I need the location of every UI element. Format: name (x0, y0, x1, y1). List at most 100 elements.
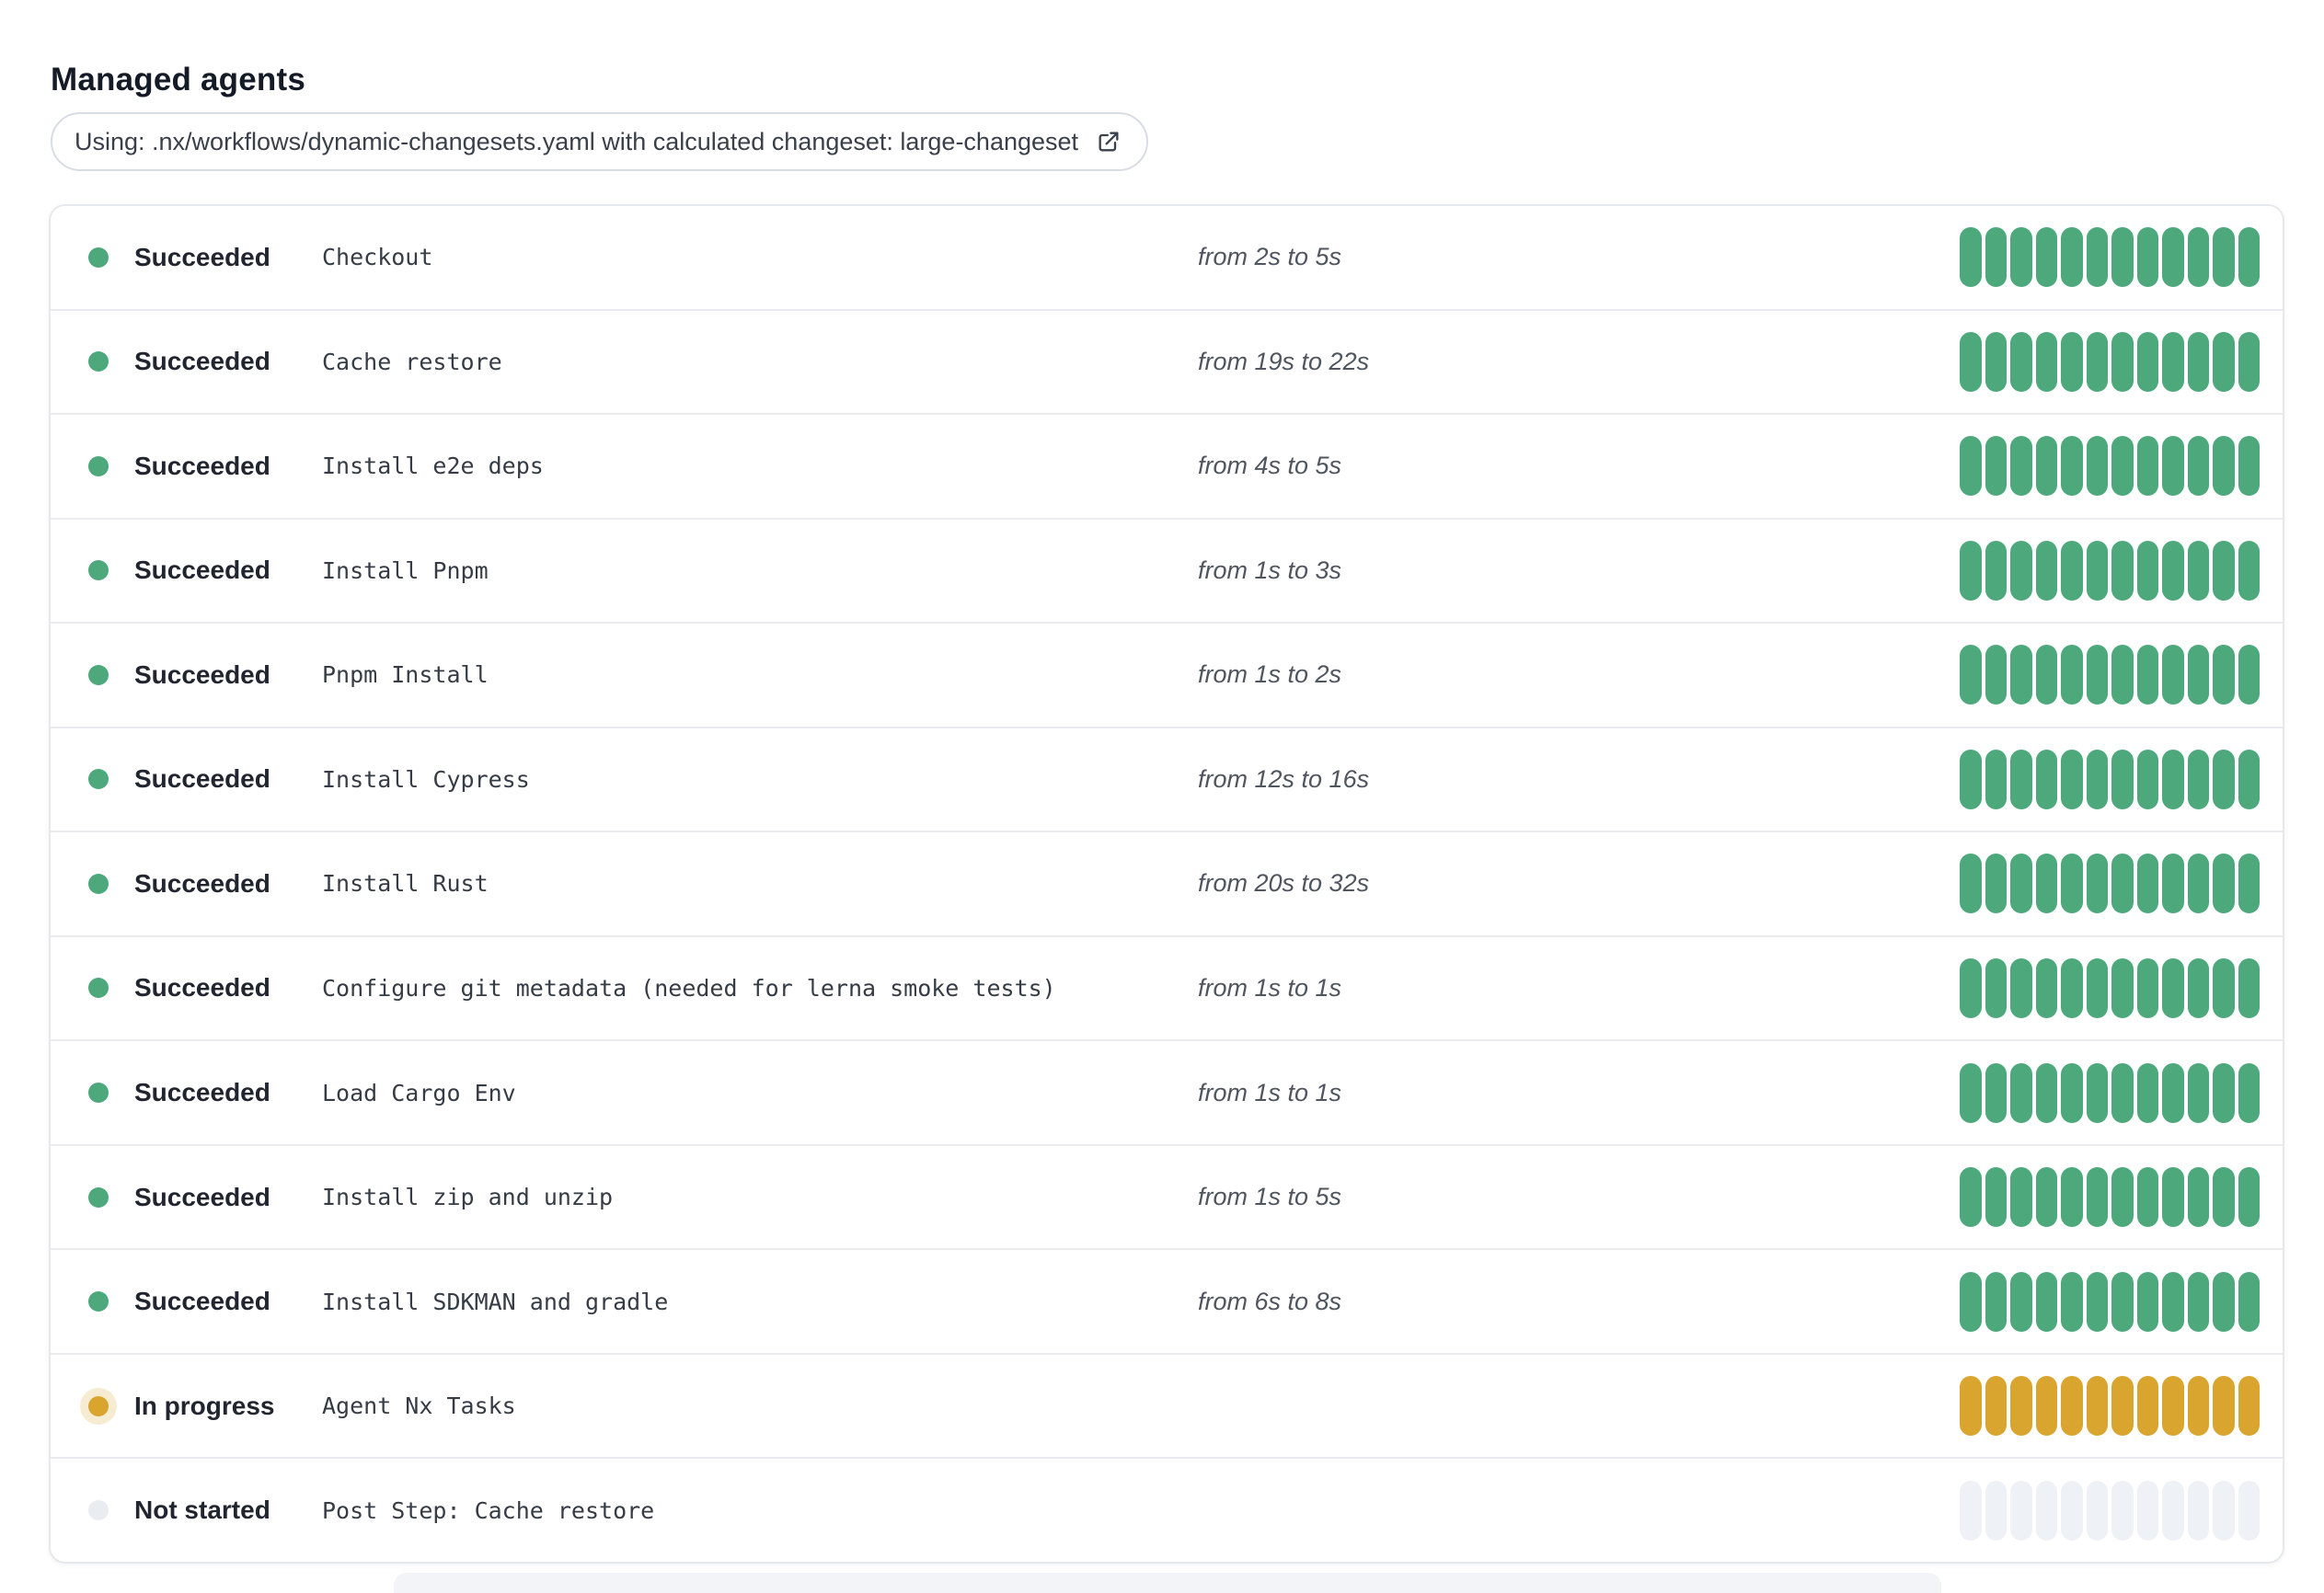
agent-bars (1960, 749, 2260, 809)
agent-bar-segment (2035, 645, 2057, 705)
agent-bar-segment (2010, 1271, 2032, 1332)
agent-bar-segment (1960, 227, 1982, 288)
agent-step-row[interactable]: Succeeded Install Rust from 20s to 32s (51, 832, 2283, 937)
status-dot (88, 769, 109, 790)
status-dot (88, 1291, 109, 1312)
agent-bar-segment (2187, 540, 2209, 601)
agent-bar-segment (2187, 645, 2209, 705)
status-dot (88, 1500, 109, 1521)
agent-step-row[interactable]: Succeeded Pnpm Install from 1s to 2s (51, 624, 2283, 728)
agent-bar-segment (2061, 1480, 2083, 1541)
agent-bar-segment (2111, 540, 2134, 601)
step-duration: from 1s to 2s (1198, 660, 1342, 689)
agent-bar-segment (2010, 1480, 2032, 1541)
agent-bars (1960, 227, 2260, 288)
agent-bar-segment (2086, 1376, 2108, 1437)
agent-bar-segment (2213, 1271, 2235, 1332)
agent-bar-segment (2162, 1376, 2184, 1437)
agent-bar-segment (2061, 227, 2083, 288)
agent-bar-segment (2162, 227, 2184, 288)
agent-bar-segment (2111, 1167, 2134, 1228)
status-label: Succeeded (134, 347, 270, 376)
step-name: Pnpm Install (322, 661, 489, 689)
agent-bar-segment (2162, 1167, 2184, 1228)
agent-step-row[interactable]: In progress Agent Nx Tasks (51, 1354, 2283, 1460)
agent-bar-segment (2136, 436, 2158, 497)
agent-bar-segment (1960, 854, 1982, 914)
agent-step-row[interactable]: Not started Post Step: Cache restore (51, 1459, 2283, 1562)
agent-bar-segment (2238, 1167, 2260, 1228)
agent-bars (1960, 540, 2260, 601)
agent-bar-segment (2187, 1480, 2209, 1541)
agent-bar-segment (2086, 1480, 2108, 1541)
agent-bar-segment (2010, 957, 2032, 1018)
agent-bar-segment (2061, 749, 2083, 809)
agent-bar-segment (2086, 854, 2108, 914)
agent-bar-segment (2061, 436, 2083, 497)
status-label: Succeeded (134, 1078, 270, 1107)
agent-bar-segment (1985, 1271, 2007, 1332)
step-duration: from 6s to 8s (1198, 1287, 1342, 1315)
agent-bar-segment (2213, 1167, 2235, 1228)
agent-bar-segment (2136, 957, 2158, 1018)
status-dot (88, 1083, 109, 1104)
next-panel-peek (394, 1573, 1941, 1593)
agent-bar-segment (2061, 1062, 2083, 1123)
agent-bar-segment (2238, 749, 2260, 809)
agent-bar-segment (2238, 957, 2260, 1018)
agent-step-row[interactable]: Succeeded Install e2e deps from 4s to 5s (51, 415, 2283, 520)
agent-step-row[interactable]: Succeeded Install Cypress from 12s to 16… (51, 728, 2283, 833)
agent-bars (1960, 331, 2260, 392)
agent-bar-segment (2136, 1376, 2158, 1437)
agent-bar-segment (2238, 227, 2260, 288)
agent-bar-segment (2086, 227, 2108, 288)
agent-step-row[interactable]: Succeeded Install Pnpm from 1s to 3s (51, 519, 2283, 625)
agent-bar-segment (2162, 540, 2184, 601)
workflow-config-link[interactable]: Using: .nx/workflows/dynamic-changesets.… (51, 112, 1149, 171)
agent-bar-segment (2111, 331, 2134, 392)
agent-bar-segment (2187, 436, 2209, 497)
agent-bar-segment (2187, 331, 2209, 392)
agent-bar-segment (2238, 1271, 2260, 1332)
agent-bar-segment (2061, 1167, 2083, 1228)
status-label: Succeeded (134, 868, 270, 898)
agent-bar-segment (2035, 854, 2057, 914)
agent-step-row[interactable]: Succeeded Configure git metadata (needed… (51, 936, 2283, 1042)
agent-bar-segment (2035, 957, 2057, 1018)
agent-step-row[interactable]: Succeeded Install zip and unzip from 1s … (51, 1145, 2283, 1251)
agent-bar-segment (2035, 1167, 2057, 1228)
agent-bar-segment (2061, 1271, 2083, 1332)
status-label: Succeeded (134, 556, 270, 585)
agent-bar-segment (2136, 331, 2158, 392)
agent-bar-segment (2035, 331, 2057, 392)
agent-bar-segment (2238, 540, 2260, 601)
agent-bar-segment (2086, 957, 2108, 1018)
agent-bar-segment (2111, 749, 2134, 809)
agent-step-row[interactable]: Succeeded Install SDKMAN and gradle from… (51, 1250, 2283, 1355)
agent-bars (1960, 645, 2260, 705)
agent-bar-segment (1985, 1480, 2007, 1541)
agent-bar-segment (2086, 1271, 2108, 1332)
agent-step-row[interactable]: Succeeded Checkout from 2s to 5s (51, 206, 2283, 311)
agent-bar-segment (2238, 1480, 2260, 1541)
agent-bar-segment (2010, 436, 2032, 497)
agent-bar-segment (1985, 957, 2007, 1018)
agent-bar-segment (2010, 540, 2032, 601)
agent-step-row[interactable]: Succeeded Cache restore from 19s to 22s (51, 310, 2283, 416)
agent-bar-segment (2010, 1167, 2032, 1228)
agent-bar-segment (2086, 331, 2108, 392)
agent-bar-segment (2111, 1271, 2134, 1332)
status-dot (88, 978, 109, 999)
agent-bar-segment (2238, 1062, 2260, 1123)
step-duration: from 1s to 1s (1198, 1078, 1342, 1106)
agent-bar-segment (2010, 227, 2032, 288)
workflow-config-label: Using: .nx/workflows/dynamic-changesets.… (75, 127, 1079, 155)
step-duration: from 1s to 1s (1198, 973, 1342, 1002)
agent-bar-segment (2111, 854, 2134, 914)
agent-bar-segment (2238, 1376, 2260, 1437)
step-name: Install Rust (322, 870, 489, 898)
agent-bar-segment (1960, 1376, 1982, 1437)
agent-bar-segment (2136, 854, 2158, 914)
agent-bar-segment (2035, 1480, 2057, 1541)
agent-step-row[interactable]: Succeeded Load Cargo Env from 1s to 1s (51, 1041, 2283, 1146)
